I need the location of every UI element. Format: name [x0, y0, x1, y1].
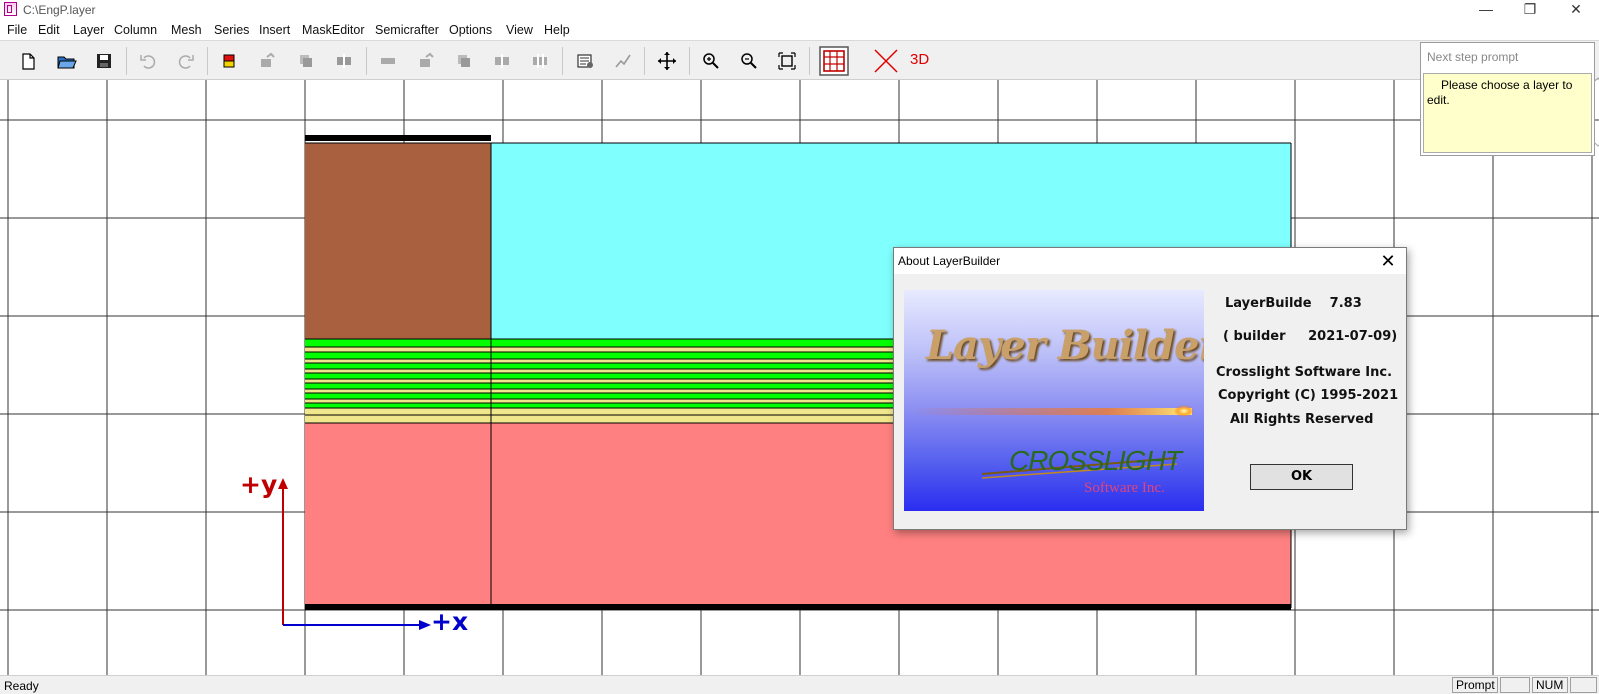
axis-y-label: +y [240, 470, 278, 499]
status-bar: Ready Prompt NUM [0, 675, 1599, 694]
prompt-text-box[interactable]: Please choose a layer to edit. [1423, 73, 1599, 153]
status-text: Ready [4, 679, 39, 693]
graph-icon[interactable] [611, 49, 635, 73]
3d-view-button[interactable]: 3D [910, 51, 940, 75]
status-pane-scroll [1570, 677, 1597, 693]
grid-icon[interactable] [818, 45, 850, 77]
status-pane-prompt: Prompt [1452, 677, 1498, 693]
redo-icon[interactable] [174, 49, 198, 73]
fit-view-icon[interactable] [775, 49, 799, 73]
app-icon [4, 2, 17, 16]
status-pane-empty [1500, 677, 1530, 693]
menu-maskeditor[interactable]: MaskEditor [302, 23, 365, 37]
properties-icon[interactable] [573, 49, 597, 73]
product-version: LayerBuilde 7.83 [1225, 296, 1362, 311]
zoom-out-icon[interactable] [737, 49, 761, 73]
toolbar: 3D [0, 40, 1599, 80]
undo-icon[interactable] [136, 49, 160, 73]
layer-copy-icon[interactable] [294, 49, 318, 73]
axis-x-label: +x [431, 607, 469, 636]
column-merge-icon[interactable] [528, 49, 552, 73]
about-dialog: About LayerBuilder ✕ Layer Builder CROSS… [893, 247, 1407, 530]
column-split-icon[interactable] [490, 49, 514, 73]
menu-semicrafter[interactable]: Semicrafter [375, 23, 439, 37]
rights-text: All Rights Reserved [1230, 412, 1374, 427]
column-copy-icon[interactable] [452, 49, 476, 73]
menu-options[interactable]: Options [449, 23, 492, 37]
menu-layer[interactable]: Layer [73, 23, 104, 37]
layer-edit-icon[interactable] [255, 49, 279, 73]
dialog-title: About LayerBuilder [898, 254, 1001, 268]
save-icon[interactable] [92, 49, 116, 73]
menu-bar: File Edit Layer Column Mesh Series Inser… [0, 20, 1599, 40]
column-edit-icon[interactable] [414, 49, 438, 73]
close-icon[interactable]: ✕ [1553, 0, 1599, 20]
layerbuilder-logo: Layer Builder CROSSLIGHT Software Inc. [904, 290, 1204, 511]
prompt-text: Please choose a layer to edit. [1427, 78, 1573, 107]
ok-button[interactable]: OK [1250, 464, 1353, 490]
minimize-icon[interactable]: — [1463, 0, 1509, 20]
company-name: Crosslight Software Inc. [1216, 365, 1393, 380]
move-icon[interactable] [655, 49, 679, 73]
menu-help[interactable]: Help [544, 23, 570, 37]
title-bar: C:\EngP.layer — ❐ ✕ [0, 0, 1599, 20]
prompt-scrollbar[interactable] [1577, 74, 1599, 152]
menu-edit[interactable]: Edit [38, 23, 60, 37]
dialog-title-bar: About LayerBuilder ✕ [894, 248, 1406, 274]
copyright-text: Copyright (C) 1995-2021 [1218, 388, 1399, 403]
build-date: ( builder 2021-07-09) [1223, 329, 1398, 344]
layer-color-icon[interactable] [217, 49, 241, 73]
next-step-prompt-panel: Next step prompt Please choose a layer t… [1420, 42, 1599, 156]
zoom-in-icon[interactable] [699, 49, 723, 73]
status-pane-num: NUM [1532, 677, 1568, 693]
logo-brand: CROSSLIGHT [1009, 445, 1182, 476]
menu-view[interactable]: View [506, 23, 533, 37]
layer-split-icon[interactable] [332, 49, 356, 73]
column-icon[interactable] [376, 49, 400, 73]
clear-icon[interactable] [872, 47, 900, 75]
logo-title: Layer Builder [926, 322, 1204, 369]
window-title: C:\EngP.layer [23, 3, 96, 17]
close-icon[interactable]: ✕ [1376, 250, 1400, 272]
menu-series[interactable]: Series [214, 23, 249, 37]
restore-icon[interactable]: ❐ [1507, 0, 1553, 20]
open-folder-icon[interactable] [54, 49, 78, 73]
menu-mesh[interactable]: Mesh [171, 23, 202, 37]
menu-insert[interactable]: Insert [259, 23, 290, 37]
new-file-icon[interactable] [16, 49, 40, 73]
logo-sub: Software Inc. [1084, 480, 1165, 496]
menu-file[interactable]: File [7, 23, 27, 37]
menu-column[interactable]: Column [114, 23, 157, 37]
prompt-title: Next step prompt [1427, 50, 1519, 64]
